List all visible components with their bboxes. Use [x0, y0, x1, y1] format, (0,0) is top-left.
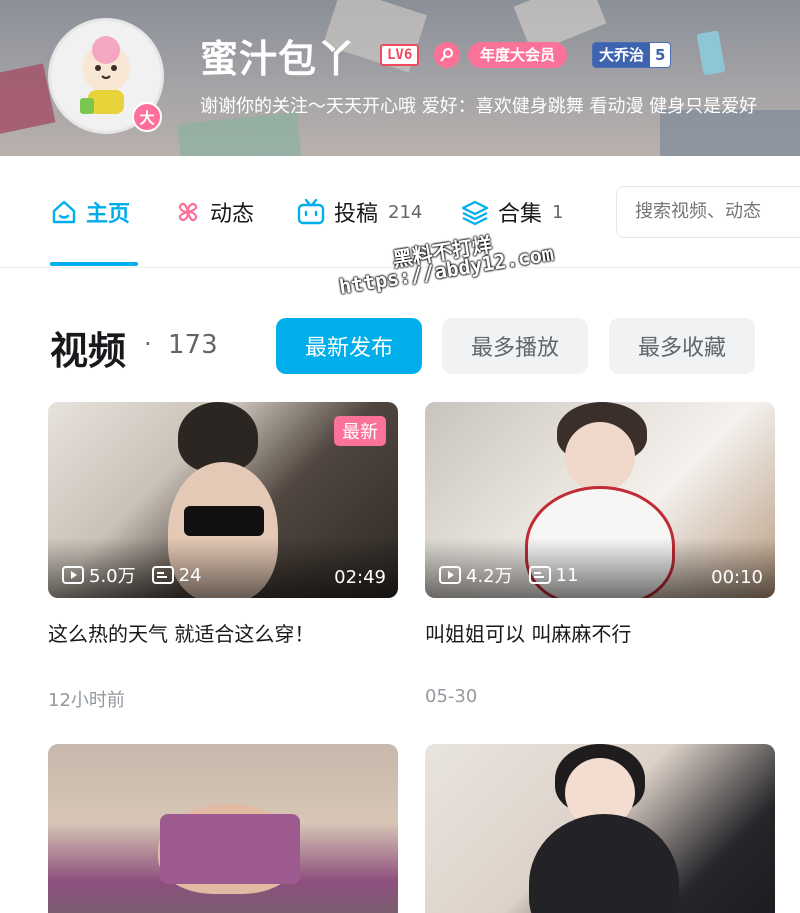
play-count-value: 5.0万 [89, 566, 136, 587]
tab-label: 合集 [498, 202, 543, 227]
video-card[interactable]: 4.2万 11 00:10 叫姐姐可以 叫麻麻不行 05-30 [425, 402, 775, 707]
play-count: 5.0万 [62, 562, 136, 588]
profile-signature: 谢谢你的关注～天天开心哦 爱好：喜欢健身跳舞 看动漫 健身只是爱好 [200, 96, 758, 117]
thumbnail-figure [160, 814, 300, 884]
video-card[interactable] [425, 744, 775, 913]
video-title[interactable]: 叫姐姐可以 叫麻麻不行 [425, 618, 775, 647]
thumbnail-figure [184, 506, 264, 536]
home-icon [52, 200, 76, 224]
level-badge: LV6 [380, 44, 420, 66]
video-duration: 00:10 [711, 567, 763, 588]
comment-count: 24 [151, 564, 202, 586]
play-icon [62, 566, 84, 584]
video-stats: 5.0万 24 [62, 562, 202, 588]
video-thumbnail[interactable]: 4.2万 11 00:10 [425, 402, 775, 598]
play-count: 4.2万 [439, 562, 513, 588]
danmaku-icon [151, 566, 174, 584]
video-thumbnail[interactable] [425, 744, 775, 913]
comment-count-value: 24 [178, 564, 202, 586]
pinwheel-icon [178, 202, 198, 222]
play-icon [439, 566, 461, 584]
tab-uploads[interactable]: 投稿 214 [296, 194, 422, 230]
fan-medal-level: 5 [650, 43, 671, 67]
sort-most-played-button[interactable]: 最多播放 [442, 318, 588, 374]
sort-latest-button[interactable]: 最新发布 [276, 318, 422, 374]
fan-medal-badge[interactable]: 大乔治 5 [592, 42, 672, 68]
play-count-value: 4.2万 [466, 566, 513, 587]
video-duration: 02:49 [334, 567, 386, 588]
video-title[interactable]: 这么热的天气 就适合这么穿！ [48, 618, 398, 647]
username: 蜜汁包丫 [200, 37, 357, 81]
video-date: 05-30 [425, 686, 478, 707]
avatar-badge: 大 [132, 102, 162, 132]
video-thumbnail[interactable] [48, 744, 398, 913]
thumbnail-figure [565, 422, 635, 492]
section-title: 视频 [50, 329, 127, 373]
video-stats: 4.2万 11 [439, 562, 579, 588]
vip-badge[interactable]: 年度大会员 [468, 42, 568, 68]
banner-decoration [696, 30, 726, 76]
comment-count: 11 [528, 564, 579, 586]
video-card[interactable]: 最新 5.0万 24 02:49 这么热的天气 就适合这么穿！ 12小时前 [48, 402, 398, 711]
fan-medal-name: 大乔治 [593, 43, 651, 67]
tab-label: 动态 [210, 202, 255, 227]
video-card[interactable] [48, 744, 398, 913]
tab-dynamic[interactable]: 动态 [174, 194, 254, 230]
active-tab-indicator [50, 262, 138, 266]
video-date: 12小时前 [48, 690, 125, 711]
tv-icon [297, 198, 325, 225]
tab-count: 1 [552, 201, 564, 223]
banner-decoration [177, 111, 303, 156]
video-thumbnail[interactable]: 最新 5.0万 24 02:49 [48, 402, 398, 598]
profile-banner: 大 蜜汁包丫 LV6 年度大会员 大乔治 5 谢谢你的关注～天天开心哦 爱好：喜… [0, 0, 800, 156]
tab-label: 主页 [86, 202, 131, 227]
section-separator: · [144, 330, 152, 358]
layers-icon [461, 200, 489, 226]
sort-most-favorited-button[interactable]: 最多收藏 [609, 318, 755, 374]
danmaku-icon [528, 566, 551, 584]
vip-icon [434, 42, 460, 68]
new-tag: 最新 [334, 416, 386, 446]
tab-label: 投稿 [334, 202, 379, 227]
tab-count: 214 [388, 201, 423, 223]
comment-count-value: 11 [555, 564, 579, 586]
tab-home[interactable]: 主页 [50, 194, 130, 230]
tab-collections[interactable]: 合集 1 [460, 194, 563, 230]
section-count: 173 [168, 330, 218, 360]
search-box[interactable] [616, 186, 800, 238]
search-input[interactable] [635, 201, 800, 222]
thumbnail-figure [529, 814, 679, 913]
